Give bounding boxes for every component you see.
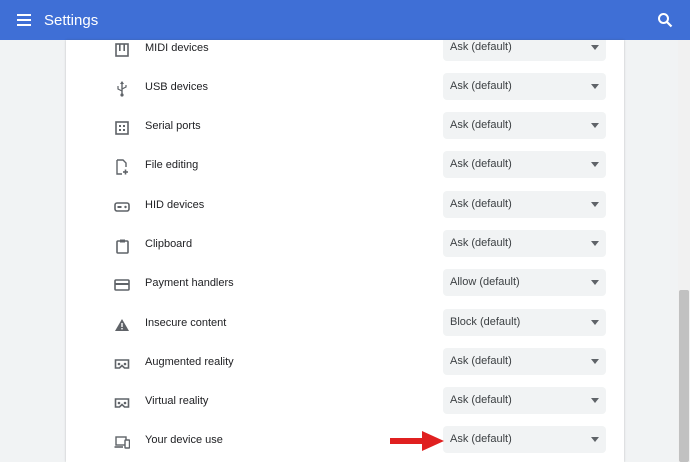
serial-port-icon — [112, 118, 132, 138]
app-header: Settings — [0, 0, 690, 40]
permission-select[interactable]: Ask (default) — [443, 426, 606, 453]
permission-select[interactable]: Ask (default) — [443, 112, 606, 139]
row-label: Insecure content — [145, 317, 227, 329]
warning-icon — [112, 315, 132, 335]
search-icon[interactable] — [654, 9, 676, 31]
scrollbar-thumb[interactable] — [679, 290, 689, 462]
row-label: Payment handlers — [145, 277, 234, 289]
devices-icon — [112, 432, 132, 452]
list-item[interactable]: Augmented reality Ask (default) — [66, 344, 624, 383]
chevron-down-icon — [591, 202, 599, 207]
chevron-down-icon — [591, 359, 599, 364]
hamburger-menu-icon[interactable] — [12, 8, 36, 32]
permission-select[interactable]: Allow (default) — [443, 269, 606, 296]
list-item[interactable]: Clipboard Ask (default) — [66, 226, 624, 265]
gamepad-icon — [112, 197, 132, 217]
permission-select[interactable]: Block (default) — [443, 309, 606, 336]
vr-headset-icon — [112, 354, 132, 374]
permission-select[interactable]: Ask (default) — [443, 151, 606, 178]
row-label: Clipboard — [145, 238, 193, 250]
permission-select[interactable]: Ask (default) — [443, 387, 606, 414]
row-label: Your device use — [145, 434, 223, 446]
list-item[interactable]: File editing Ask (default) — [66, 147, 624, 186]
permission-select[interactable]: Ask (default) — [443, 230, 606, 257]
vr-headset-icon — [112, 393, 132, 413]
chevron-down-icon — [591, 162, 599, 167]
page-title: Settings — [44, 11, 99, 29]
chevron-down-icon — [591, 398, 599, 403]
list-item[interactable]: MIDI devices Ask (default) — [66, 40, 624, 69]
red-arrow-icon — [390, 430, 445, 452]
permission-select[interactable]: Ask (default) — [443, 191, 606, 218]
list-item[interactable]: Your device use Ask (default) — [66, 422, 624, 461]
chevron-down-icon — [591, 320, 599, 325]
list-item[interactable]: USB devices Ask (default) — [66, 69, 624, 108]
row-label: USB devices — [145, 81, 208, 93]
credit-card-icon — [112, 275, 132, 295]
midi-keyboard-icon — [112, 40, 132, 60]
list-item[interactable]: HID devices Ask (default) — [66, 187, 624, 226]
chevron-down-icon — [591, 123, 599, 128]
chevron-down-icon — [591, 45, 599, 50]
chevron-down-icon — [591, 437, 599, 442]
usb-icon — [112, 79, 132, 99]
list-item[interactable]: Virtual reality Ask (default) — [66, 383, 624, 422]
permission-select[interactable]: Ask (default) — [443, 73, 606, 100]
row-label: Serial ports — [145, 120, 201, 132]
list-item[interactable]: Insecure content Block (default) — [66, 305, 624, 344]
site-settings-card: MIDI devices Ask (default) USB devices A… — [66, 40, 624, 462]
row-label: File editing — [145, 159, 199, 171]
chevron-down-icon — [591, 84, 599, 89]
row-label: MIDI devices — [145, 42, 209, 54]
chevron-down-icon — [591, 241, 599, 246]
list-item[interactable]: Payment handlers Allow (default) — [66, 265, 624, 304]
list-item[interactable]: Serial ports Ask (default) — [66, 108, 624, 147]
permission-select[interactable]: Ask (default) — [443, 40, 606, 61]
clipboard-icon — [112, 236, 132, 256]
row-label: Virtual reality — [145, 395, 209, 407]
permission-select[interactable]: Ask (default) — [443, 348, 606, 375]
file-edit-icon — [112, 157, 132, 177]
chevron-down-icon — [591, 280, 599, 285]
row-label: HID devices — [145, 199, 205, 211]
row-label: Augmented reality — [145, 356, 234, 368]
